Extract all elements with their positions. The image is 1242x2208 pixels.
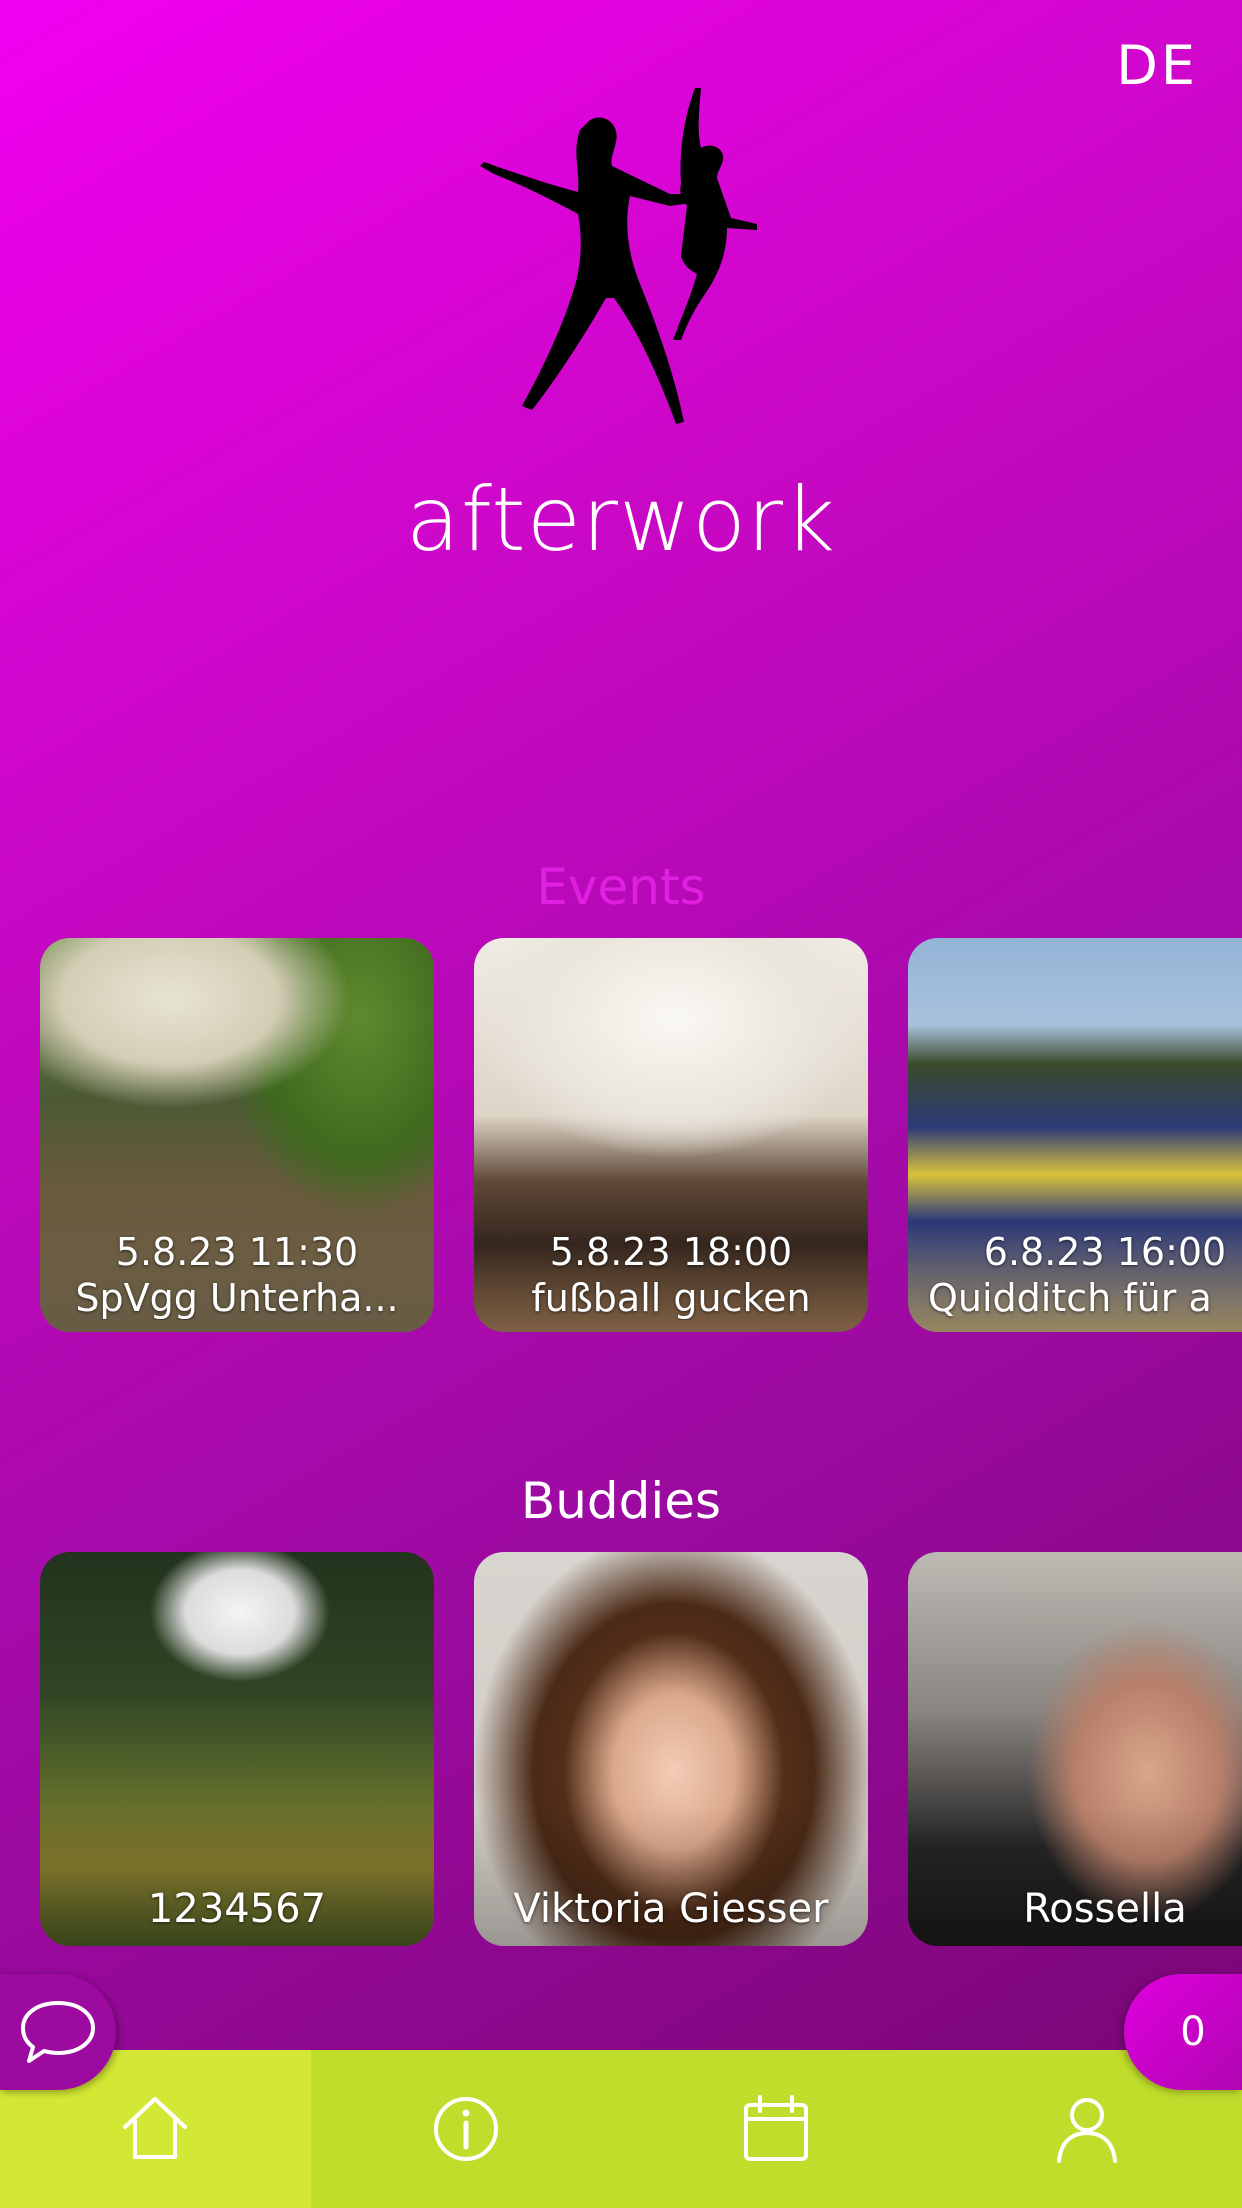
info-icon — [433, 2097, 498, 2161]
event-card[interactable]: 5.8.23 18:00 fußball gucken — [474, 938, 868, 1332]
buddy-name: Rossella — [1023, 1886, 1187, 1932]
event-datetime: 5.8.23 18:00 — [549, 1230, 793, 1274]
event-title: Quidditch für a — [928, 1276, 1212, 1320]
buddy-name: 1234567 — [147, 1886, 327, 1932]
notification-count: 0 — [1180, 2009, 1206, 2055]
bottom-tab-bar — [0, 2050, 1242, 2208]
language-switch[interactable]: DE — [1116, 34, 1198, 97]
chat-bubble-icon — [21, 2001, 95, 2063]
app-logo-text: afterwork — [405, 468, 837, 571]
buddy-card[interactable]: 1234567 — [40, 1552, 434, 1946]
event-datetime: 6.8.23 16:00 — [983, 1230, 1227, 1274]
event-card[interactable]: 6.8.23 16:00 Quidditch für a — [908, 938, 1242, 1332]
notification-count-button[interactable]: 0 — [1124, 1974, 1242, 2090]
user-icon — [1056, 2098, 1117, 2163]
event-title: SpVgg Unterha... — [75, 1276, 399, 1320]
tab-calendar[interactable] — [621, 2050, 932, 2208]
tab-info[interactable] — [311, 2050, 622, 2208]
buddy-card[interactable]: Viktoria Giesser — [474, 1552, 868, 1946]
buddy-name: Viktoria Giesser — [513, 1886, 829, 1932]
event-title: fußball gucken — [531, 1276, 811, 1320]
event-datetime: 5.8.23 11:30 — [115, 1230, 359, 1274]
buddies-carousel[interactable]: 1234567 Viktoria Giesser Rossella — [40, 1552, 1242, 1946]
events-section-title: Events — [536, 858, 706, 916]
calendar-icon — [744, 2095, 809, 2161]
dancers-logo-icon — [480, 88, 757, 424]
events-carousel[interactable]: 5.8.23 11:30 SpVgg Unterha... 5.8.23 18:… — [40, 938, 1242, 1332]
buddy-card[interactable]: Rossella — [908, 1552, 1242, 1946]
home-icon — [123, 2097, 188, 2159]
buddies-section-title: Buddies — [520, 1472, 722, 1530]
chat-button[interactable] — [0, 1974, 116, 2090]
event-card[interactable]: 5.8.23 11:30 SpVgg Unterha... — [40, 938, 434, 1332]
